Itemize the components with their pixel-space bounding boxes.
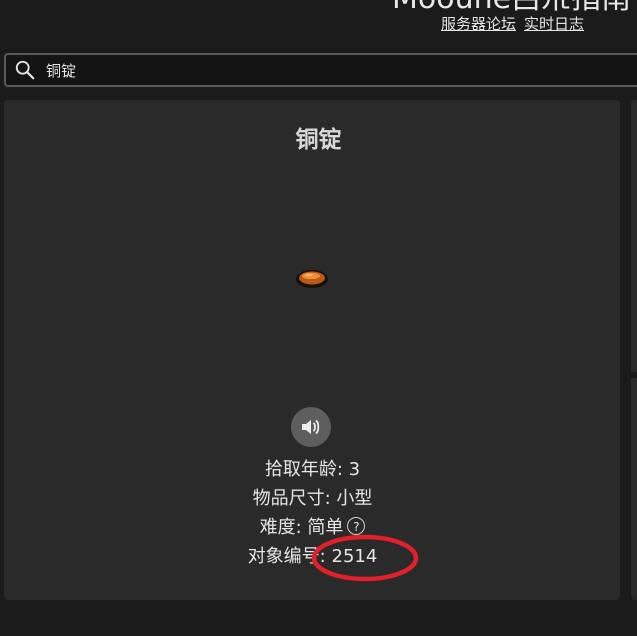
pickup-age-row: 拾取年龄: 3 xyxy=(0,457,625,483)
speaker-icon xyxy=(302,420,320,434)
difficulty-label: 难度: xyxy=(259,517,302,538)
copper-ingot-icon xyxy=(296,270,328,288)
size-value: 小型 xyxy=(336,488,373,509)
forum-link[interactable]: 服务器论坛 xyxy=(441,15,516,33)
site-title: Mooune吕朮指南 xyxy=(392,0,631,14)
next-card-edge xyxy=(631,100,637,600)
search-icon[interactable] xyxy=(14,59,36,81)
search-input[interactable] xyxy=(44,60,637,80)
pickup-age-label: 拾取年龄: xyxy=(264,459,343,480)
search-bar xyxy=(4,53,637,87)
pickup-age-value: 3 xyxy=(348,459,361,480)
header-links: 服务器论坛 实时日志 xyxy=(441,13,584,34)
annotation-ellipse xyxy=(311,534,419,582)
size-row: 物品尺寸: 小型 xyxy=(0,486,625,512)
live-log-link[interactable]: 实时日志 xyxy=(524,15,584,33)
size-label: 物品尺寸: xyxy=(252,488,331,509)
card-divider xyxy=(631,372,637,378)
item-title: 铜锭 xyxy=(295,127,342,153)
play-sound-button[interactable] xyxy=(291,407,331,447)
